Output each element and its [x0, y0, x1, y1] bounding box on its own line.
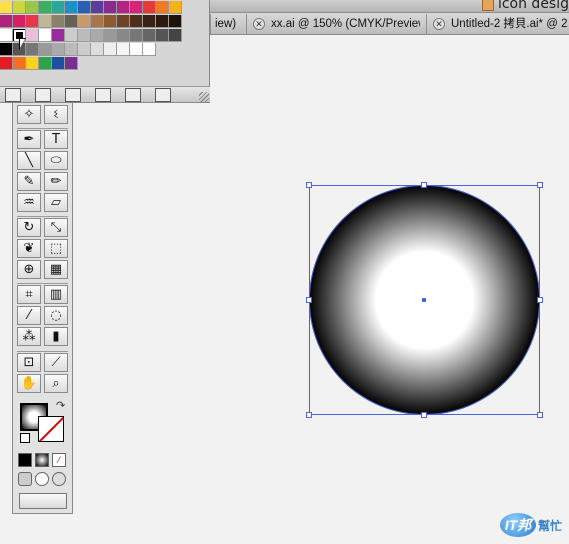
watermark-text: 幫忙 — [538, 519, 563, 533]
center-point — [422, 298, 426, 302]
handle-top-right[interactable] — [537, 182, 543, 188]
handle-top-left[interactable] — [306, 182, 312, 188]
handle-middle-left[interactable] — [306, 297, 312, 303]
watermark-badge: IT邦 — [500, 513, 536, 537]
watermark-logo: IT邦 幫忙 — [500, 511, 566, 539]
handle-bottom-left[interactable] — [306, 412, 312, 418]
handle-bottom-right[interactable] — [537, 412, 543, 418]
handle-middle-right[interactable] — [537, 297, 543, 303]
handle-bottom-center[interactable] — [421, 412, 427, 418]
handle-top-center[interactable] — [421, 182, 427, 188]
